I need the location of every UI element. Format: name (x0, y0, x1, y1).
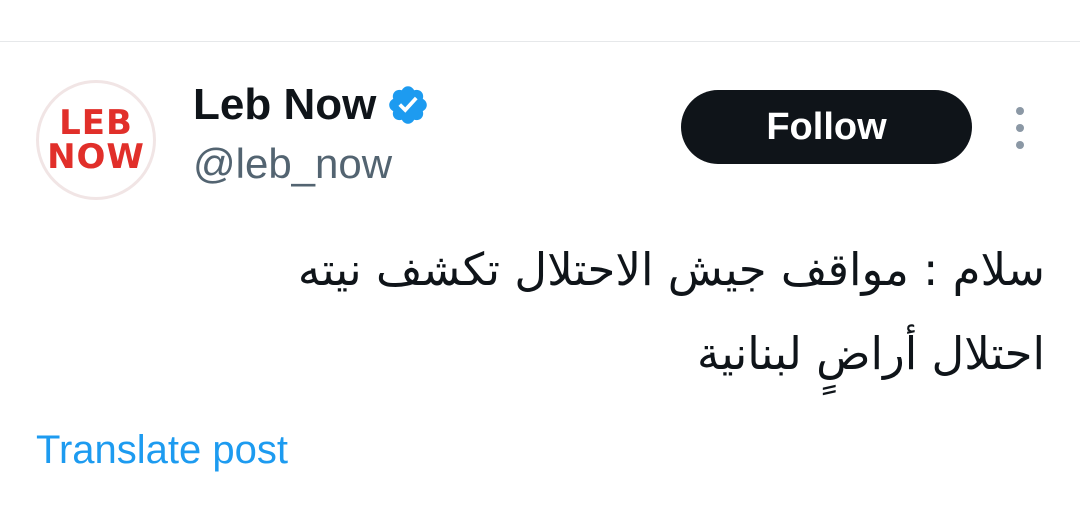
logo-text-line-1: LEB (59, 103, 133, 143)
post-text-line-1: سلام : مواقف جيش الاحتلال تكشف نيته (297, 243, 1045, 296)
post-text: سلام : مواقف جيش الاحتلال تكشف نيته احتل… (120, 228, 1045, 396)
avatar[interactable]: LEB NOW (36, 80, 156, 200)
leb-now-logo: LEB NOW (41, 85, 151, 195)
translate-post-link[interactable]: Translate post (36, 428, 288, 473)
more-dot (1016, 124, 1024, 132)
author-display-name: Leb Now (193, 80, 377, 129)
logo-text-line-2: NOW (47, 137, 145, 177)
follow-button[interactable]: Follow (681, 90, 972, 164)
post-text-line-2: احتلال أراضٍ لبنانية (696, 327, 1045, 380)
top-divider (0, 41, 1080, 42)
more-dot (1016, 107, 1024, 115)
author-name-row[interactable]: Leb Now (193, 80, 430, 130)
more-dot (1016, 141, 1024, 149)
author-handle[interactable]: @leb_now (193, 140, 392, 188)
verified-badge-icon (386, 83, 430, 127)
more-vertical-icon[interactable] (1004, 103, 1036, 153)
post-card: LEB NOW Leb Now @leb_now Follow سلام : م… (0, 0, 1080, 512)
